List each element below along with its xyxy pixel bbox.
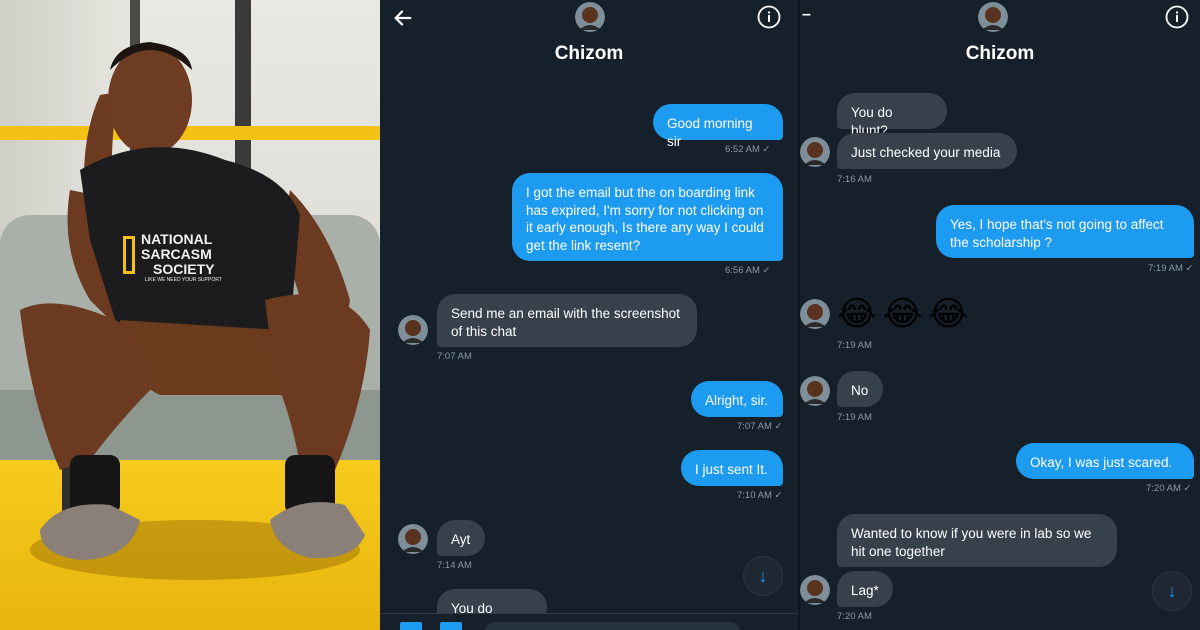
message-timestamp: 7:14 AM (437, 560, 472, 571)
info-circle-icon[interactable] (1165, 5, 1189, 29)
message-timestamp: 7:10 AM ✓ (737, 490, 783, 501)
message-bubble[interactable]: Wanted to know if you were in lab so we … (837, 514, 1117, 567)
contact-avatar[interactable] (575, 2, 605, 32)
message-timestamp: 7:20 AM ✓ (1146, 483, 1192, 494)
message-bubble[interactable]: Lag* (837, 571, 893, 607)
message-bubble[interactable]: I just sent It. (681, 450, 783, 486)
shirt-logo: NATIONAL SARCASM SOCIETY LIKE WE NEED YO… (123, 232, 238, 284)
shirt-logo-frame (123, 236, 135, 274)
avatar-image (800, 575, 830, 605)
message-timestamp: 6:52 AM ✓ (725, 144, 771, 155)
message-timestamp: 7:07 AM ✓ (737, 421, 783, 432)
profile-photo: NATIONAL SARCASM SOCIETY LIKE WE NEED YO… (0, 0, 380, 630)
message-timestamp: 7:16 AM (837, 174, 872, 185)
message-bubble[interactable]: I got the email but the on boarding link… (512, 173, 783, 261)
chat-screen-2: – Chizom You do blunt? Just checked your… (798, 0, 1200, 630)
message-bubble[interactable]: No (837, 371, 883, 407)
shirt-text: NATIONAL (141, 231, 213, 247)
message-composer (380, 613, 798, 630)
scroll-to-bottom-button[interactable]: ↓ (1152, 571, 1192, 611)
scroll-to-bottom-button[interactable]: ↓ (743, 556, 783, 596)
arrow-left-icon[interactable] (392, 7, 414, 29)
message-timestamp: 7:20 AM (837, 611, 872, 622)
gallery-icon[interactable] (400, 622, 422, 630)
message-bubble[interactable]: Send me an email with the screenshot of … (437, 294, 697, 347)
gif-icon[interactable] (440, 622, 462, 630)
message-bubble[interactable]: Okay, I was just scared. (1016, 443, 1194, 479)
shirt-text: SOCIETY (153, 261, 215, 277)
message-input[interactable] (485, 622, 740, 630)
contact-avatar[interactable] (978, 2, 1008, 32)
contact-avatar[interactable] (800, 299, 830, 329)
emoji-message[interactable]: 😂😂😂 (837, 294, 977, 334)
message-bubble[interactable]: You do blunt? (837, 93, 947, 138)
message-bubble[interactable]: Alright, sir. (691, 381, 783, 417)
contact-avatar[interactable] (398, 524, 428, 554)
chat-title: Chizom (965, 43, 1035, 64)
avatar-image (398, 524, 428, 554)
contact-avatar[interactable] (800, 376, 830, 406)
dash-icon[interactable]: – (802, 6, 811, 24)
avatar-image (800, 299, 830, 329)
chat-header: Chizom (380, 0, 798, 78)
avatar-image (800, 376, 830, 406)
chat-title: Chizom (554, 43, 624, 64)
chat-screen-1: Chizom Good morning sir 6:52 AM ✓ I got … (380, 0, 798, 630)
message-timestamp: 6:56 AM ✓ (725, 265, 771, 276)
chat-header: – Chizom (800, 0, 1200, 78)
avatar-image (800, 137, 830, 167)
arrow-down-icon: ↓ (758, 566, 768, 586)
message-bubble[interactable]: Good morning sir (653, 104, 783, 149)
message-timestamp: 7:19 AM (837, 412, 872, 423)
contact-avatar[interactable] (800, 137, 830, 167)
avatar-image (398, 315, 428, 345)
contact-avatar[interactable] (800, 575, 830, 605)
seated-man-figure (20, 42, 370, 560)
message-bubble[interactable]: Just checked your media (837, 133, 1017, 169)
arrow-down-icon: ↓ (1167, 581, 1177, 601)
contact-avatar[interactable] (398, 315, 428, 345)
message-timestamp: 7:19 AM ✓ (1148, 263, 1194, 274)
message-timestamp: 7:19 AM (837, 340, 872, 351)
shirt-tagline: LIKE WE NEED YOUR SUPPORT (145, 277, 222, 283)
shirt-text: SARCASM (141, 246, 212, 262)
message-timestamp: 7:07 AM (437, 351, 472, 362)
message-bubble[interactable]: Ayt (437, 520, 485, 556)
info-circle-icon[interactable] (757, 5, 781, 29)
message-bubble[interactable]: Yes, I hope that's not going to affect t… (936, 205, 1194, 258)
